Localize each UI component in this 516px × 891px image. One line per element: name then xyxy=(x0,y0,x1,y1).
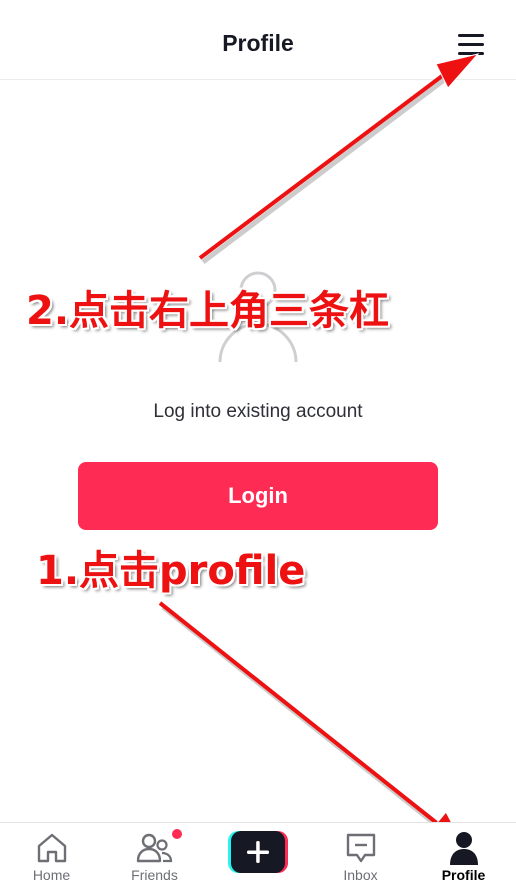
arrow-to-profile xyxy=(158,601,465,847)
arrow-to-menu xyxy=(198,53,480,264)
login-button[interactable]: Login xyxy=(78,462,438,530)
tab-inbox-label: Inbox xyxy=(343,867,378,883)
page-title: Profile xyxy=(222,30,294,56)
friends-icon xyxy=(136,833,172,863)
plus-icon xyxy=(228,831,288,873)
home-icon xyxy=(37,833,66,863)
create-button[interactable] xyxy=(228,831,288,873)
annotation-arrows xyxy=(158,53,480,847)
tab-profile-label: Profile xyxy=(441,867,486,883)
notification-dot xyxy=(172,829,182,839)
header-bar: Profile xyxy=(0,0,516,80)
tab-inbox[interactable]: Inbox xyxy=(309,823,412,891)
tab-home[interactable]: Home xyxy=(0,823,103,891)
tab-profile[interactable]: Profile xyxy=(412,823,515,891)
annotation-step-1: 1.点击profile xyxy=(36,548,306,594)
profile-icon xyxy=(449,832,478,865)
inbox-icon xyxy=(346,833,375,863)
tab-home-label: Home xyxy=(32,867,71,883)
hamburger-menu-icon xyxy=(458,34,484,55)
tab-friends-label: Friends xyxy=(131,867,178,883)
annotation-step-2: 2.点击右上角三条杠 xyxy=(26,288,390,334)
bottom-tab-bar: Home Friends Inbox Profile xyxy=(0,822,516,891)
menu-button[interactable] xyxy=(452,28,490,64)
login-prompt-text: Log into existing account xyxy=(153,401,363,422)
tab-friends[interactable]: Friends xyxy=(103,823,206,891)
